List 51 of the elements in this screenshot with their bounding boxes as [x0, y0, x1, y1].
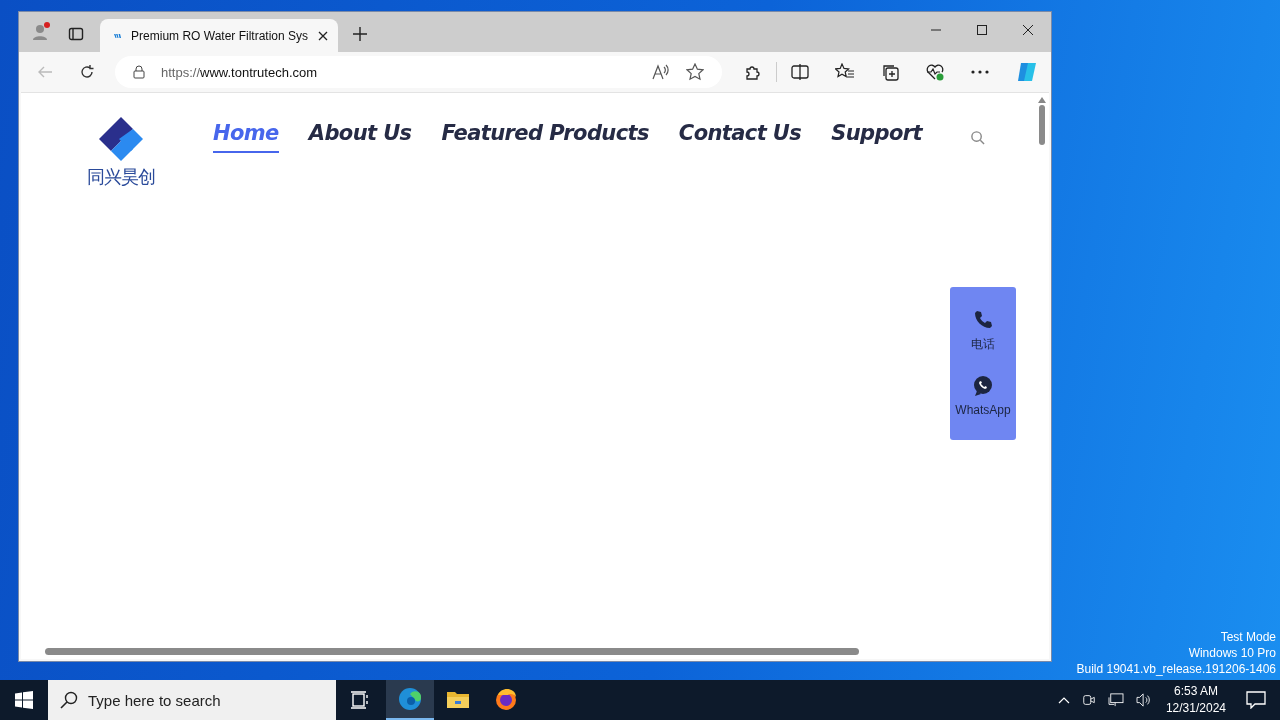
task-view-icon[interactable] — [350, 691, 370, 709]
contact-label[interactable]: WhatsApp — [955, 403, 1011, 417]
split-screen-icon[interactable] — [791, 64, 809, 80]
system-notice-text: Test Mode — [1220, 629, 1276, 645]
tab-title: Premium RO Water Filtration Sys — [131, 28, 308, 43]
close-icon[interactable] — [1022, 24, 1034, 36]
nav-link[interactable]: Home — [213, 121, 279, 153]
refresh-icon[interactable] — [79, 64, 95, 80]
nav-link[interactable]: Contact Us — [678, 121, 802, 153]
address-bar[interactable]: https://www.tontrutech.com — [115, 56, 722, 88]
phone-icon[interactable] — [973, 310, 993, 330]
collections-icon[interactable] — [881, 63, 899, 81]
nav-link[interactable]: Support — [831, 121, 922, 153]
taskbar-app[interactable] — [386, 680, 434, 720]
logo-text[interactable]: 同兴昊创 — [87, 165, 155, 189]
more-icon[interactable] — [971, 70, 989, 74]
new-tab-icon[interactable] — [352, 26, 368, 42]
favorites-icon[interactable] — [835, 63, 855, 81]
health-icon[interactable] — [925, 63, 945, 81]
folder-icon — [446, 689, 470, 709]
scroll-up-icon[interactable] — [1038, 97, 1046, 103]
read-aloud-icon[interactable] — [652, 64, 670, 80]
notification-icon[interactable] — [1246, 691, 1266, 709]
clock-time[interactable]: 6:53 AM — [1173, 683, 1218, 700]
url-text: https://www.tontrutech.com — [161, 64, 318, 80]
tab-actions-icon[interactable] — [68, 26, 84, 42]
edge-icon — [398, 687, 422, 711]
maximize-icon[interactable] — [976, 24, 988, 36]
chevron-up-icon[interactable] — [1057, 696, 1070, 704]
browser-tab[interactable]: Premium RO Water Filtration Sys — [100, 19, 338, 52]
puzzle-icon[interactable] — [744, 63, 762, 81]
copilot-icon[interactable] — [1015, 60, 1039, 84]
close-icon[interactable] — [318, 30, 328, 41]
meet-icon[interactable] — [1081, 693, 1096, 707]
windows-start-icon[interactable] — [15, 691, 33, 709]
volume-icon[interactable] — [1135, 693, 1152, 707]
taskbar-search-field[interactable]: Type here to search — [48, 680, 336, 720]
lock-icon — [133, 65, 145, 79]
contact-label[interactable]: 电话 — [971, 336, 995, 353]
firefox-icon — [494, 687, 518, 711]
chat-bubble-icon[interactable] — [972, 375, 994, 397]
nav-link[interactable]: Featured Products — [441, 121, 649, 153]
search-icon — [60, 691, 78, 709]
star-icon[interactable] — [686, 63, 704, 81]
nav-link[interactable]: About Us — [308, 121, 412, 153]
profile-icon[interactable] — [31, 22, 51, 42]
search-icon[interactable] — [970, 129, 985, 145]
network-icon[interactable] — [1107, 693, 1124, 707]
system-notice-text: Build 19041.vb_release.191206-1406 — [1076, 661, 1276, 677]
system-notice-text: Windows 10 Pro — [1188, 645, 1276, 661]
clock-date[interactable]: 12/31/2024 — [1165, 700, 1226, 717]
